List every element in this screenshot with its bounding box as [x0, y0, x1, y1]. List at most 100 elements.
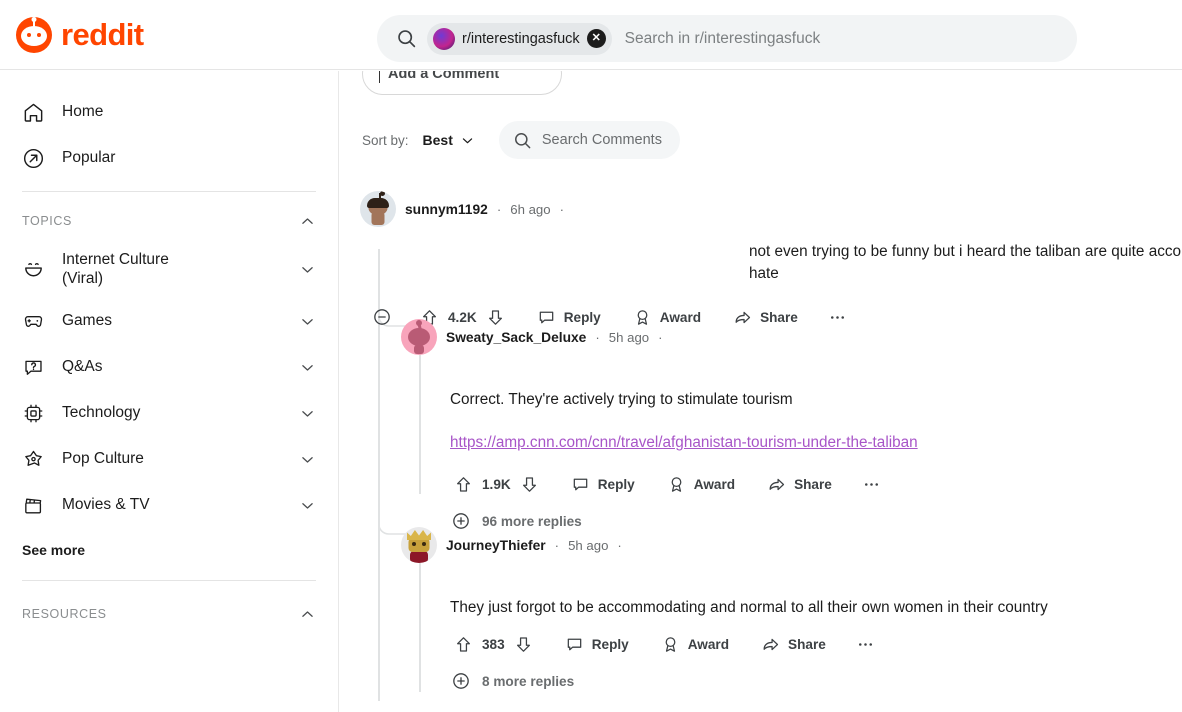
downvote-icon[interactable] — [514, 635, 533, 654]
award-icon — [671, 477, 682, 492]
more-replies-label: 8 more replies — [482, 673, 575, 689]
comment-body: They just forgot to be accommodating and… — [450, 599, 1048, 616]
comment-timestamp: 6h ago — [510, 201, 551, 217]
sidebar-item-label: Home — [62, 103, 104, 121]
comment-separator: · — [658, 329, 663, 345]
plus-circle-icon — [451, 671, 471, 691]
downvote-icon[interactable] — [520, 475, 539, 494]
share-button[interactable]: Share — [751, 629, 836, 660]
chevron-down-icon[interactable] — [299, 451, 316, 468]
comment-search-box[interactable]: Search Comments — [498, 121, 680, 159]
reddit-logo[interactable]: reddit — [16, 16, 144, 53]
comment-body: not even trying to be funny but i heard … — [749, 243, 1182, 282]
comment-separator: · — [496, 201, 502, 217]
subreddit-avatar-icon — [433, 27, 455, 50]
add-comment-box[interactable]: Add a Comment — [362, 71, 562, 95]
sidebar-section-title: TOPICS — [22, 214, 72, 228]
sidebar-section-resources-header[interactable]: RESOURCES — [22, 597, 316, 631]
sidebar-item-label: Movies & TV — [62, 496, 150, 514]
chevron-up-icon[interactable] — [299, 606, 316, 623]
chevron-down-icon[interactable] — [299, 359, 316, 376]
sidebar-section-topics-header[interactable]: TOPICS — [22, 204, 316, 238]
subreddit-filter-chip[interactable]: r/interestingasfuck ✕ — [427, 22, 612, 55]
sidebar-item-games[interactable]: Games — [12, 300, 326, 342]
sidebar-item-popular[interactable]: Popular — [12, 137, 326, 179]
chevron-down-icon[interactable] — [299, 497, 316, 514]
chevron-down-icon[interactable] — [299, 313, 316, 330]
reddit-wordmark: reddit — [61, 17, 144, 52]
reply-button[interactable]: Reply — [561, 469, 645, 500]
sidebar-item-pop-culture[interactable]: Pop Culture — [12, 438, 326, 480]
chevron-down-icon[interactable] — [299, 405, 316, 422]
reply-label: Reply — [597, 477, 635, 492]
sidebar-item-internet-culture[interactable]: Internet Culture (Viral) — [12, 242, 326, 296]
sidebar-item-movies-tv[interactable]: Movies & TV — [12, 484, 326, 526]
sidebar-item-label: Games — [62, 312, 112, 330]
share-arrow-icon — [735, 311, 751, 323]
sidebar-item-home[interactable]: Home — [12, 91, 326, 133]
search-input[interactable] — [624, 29, 1063, 48]
comment-actions: 1.9K Reply Award Share — [446, 469, 891, 500]
avatar-sweaty-icon[interactable] — [401, 319, 437, 355]
comment-bubble-icon — [567, 638, 581, 651]
comment-timestamp: 5h ago — [568, 537, 609, 553]
share-button[interactable]: Share — [757, 469, 842, 500]
share-arrow-icon — [769, 478, 785, 491]
upvote-icon[interactable] — [454, 635, 473, 654]
comment-timestamp: 5h ago — [608, 329, 650, 345]
comment-link[interactable]: https://amp.cnn.com/cnn/travel/afghanist… — [450, 434, 1150, 452]
comment-author[interactable]: sunnym1192 — [405, 202, 488, 217]
chevron-down-icon[interactable] — [299, 261, 316, 278]
arrow-up-right-circle-icon — [22, 147, 48, 170]
sidebar-divider-2 — [22, 580, 316, 581]
share-label: Share — [788, 637, 826, 652]
close-icon[interactable]: ✕ — [586, 29, 606, 48]
star-icon — [22, 448, 48, 471]
see-more-topics-button[interactable]: See more — [22, 536, 85, 564]
more-replies-button[interactable]: 8 more replies — [451, 671, 574, 691]
sidebar-item-label: Technology — [62, 404, 141, 422]
comment-header: JourneyThiefer · 5h ago · — [401, 527, 622, 563]
reply-label: Reply — [591, 637, 629, 652]
sidebar-item-technology[interactable]: Technology — [12, 392, 326, 434]
comments-main-panel: Add a Comment Sort by: Best Search Comme… — [340, 71, 1182, 712]
reply-button[interactable]: Reply — [555, 629, 639, 660]
upvote-icon[interactable] — [454, 475, 473, 494]
award-button[interactable]: Award — [657, 469, 745, 500]
left-sidebar: Home Popular TOPICS Internet Culture (Vi… — [0, 71, 339, 712]
search-icon — [396, 28, 417, 49]
comment-author[interactable]: JourneyThiefer — [446, 538, 546, 553]
vote-count: 1.9K — [482, 477, 511, 492]
share-arrow-icon — [763, 638, 779, 651]
sidebar-section-title: RESOURCES — [22, 607, 107, 621]
award-button[interactable]: Award — [651, 629, 739, 660]
overflow-menu-button[interactable] — [852, 469, 891, 500]
award-label: Award — [693, 477, 736, 492]
home-icon — [22, 101, 48, 124]
comment-search-placeholder: Search Comments — [541, 132, 662, 148]
comment-separator: · — [554, 537, 560, 553]
sidebar-item-qas[interactable]: Q&As — [12, 346, 326, 388]
vote-group: 383 — [446, 629, 541, 660]
comment-body: Correct. They're actively trying to stim… — [450, 391, 793, 408]
avatar-journey-icon[interactable] — [401, 527, 437, 563]
collapse-thread-button[interactable] — [366, 301, 398, 333]
comment-actions: 383 Reply Award Share — [446, 629, 885, 660]
text-caret-icon — [379, 71, 380, 83]
sort-by-label: Sort by: — [362, 132, 409, 148]
sort-dropdown[interactable]: Best — [423, 132, 475, 148]
reddit-comments-page: reddit r/interestingasfuck ✕ H — [0, 0, 1182, 712]
comment-author[interactable]: Sweaty_Sack_Deluxe — [446, 330, 586, 345]
avatar-sunny-icon[interactable] — [360, 191, 396, 227]
chevron-up-icon[interactable] — [299, 213, 316, 230]
overflow-menu-button[interactable] — [846, 629, 885, 660]
global-search-bar[interactable]: r/interestingasfuck ✕ — [377, 15, 1077, 62]
share-button[interactable]: Share — [723, 302, 808, 333]
share-label: Share — [794, 477, 832, 492]
ellipsis-icon — [858, 643, 872, 646]
comment-root: sunnym1192 · 6h ago · not even trying to… — [340, 191, 1182, 325]
chevron-down-icon — [460, 133, 475, 148]
sidebar-item-label: Popular — [62, 149, 116, 167]
share-label: Share — [760, 309, 798, 325]
overflow-menu-button[interactable] — [818, 302, 857, 333]
